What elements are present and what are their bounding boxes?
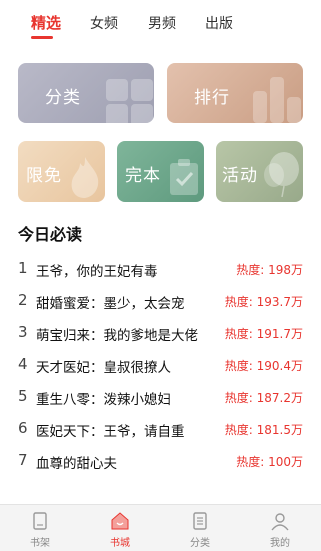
heat-value: 热度: 100万: [236, 455, 303, 469]
free-limited-card-button[interactable]: 限免: [18, 141, 105, 202]
nav-category-label: 分类: [190, 538, 210, 549]
rank-number: 3: [18, 323, 28, 341]
list-item[interactable]: 2 甜婚蜜爱：墨少，太会宠 热度: 193.7万: [0, 285, 321, 317]
nav-bookshelf[interactable]: 书架: [0, 505, 80, 551]
grid-icon: [131, 79, 153, 101]
rank-number: 5: [18, 387, 28, 405]
rank-number: 7: [18, 451, 28, 469]
category-icon: [193, 512, 207, 530]
list-item[interactable]: 6 医妃天下：王爷，请自重 热度: 181.5万: [0, 413, 321, 445]
completed-card-label: 完本: [125, 166, 161, 186]
top-tab-bar: 精选 女频 男频 出版: [0, 0, 321, 44]
nav-profile-label: 我的: [270, 538, 290, 549]
category-card-button[interactable]: 分类: [18, 63, 154, 123]
bookstore-icon: [111, 512, 129, 530]
nav-category[interactable]: 分类: [160, 505, 240, 551]
heat-value: 热度: 198万: [236, 263, 303, 277]
list-item[interactable]: 1 王爷，你的王妃有毒 热度: 198万: [0, 253, 321, 285]
list-item[interactable]: 7 血尊的甜心夫 热度: 100万: [0, 445, 321, 477]
grid-icon: [106, 104, 128, 123]
ranking-bar-icon: [270, 77, 284, 123]
book-title: 血尊的甜心夫: [36, 456, 117, 472]
book-title: 医妃天下：王爷，请自重: [36, 424, 185, 440]
book-title: 萌宝归来：我的爹地是大佬: [36, 328, 198, 344]
bookshelf-icon: [33, 512, 47, 530]
free-limited-card-label: 限免: [26, 166, 62, 186]
tab-nvpin[interactable]: 女频: [90, 13, 118, 33]
balloon-icon: [264, 152, 299, 197]
profile-icon: [271, 513, 289, 531]
grid-icon: [106, 79, 128, 101]
section-title: 今日必读: [18, 225, 83, 244]
heat-value: 热度: 187.2万: [224, 391, 303, 405]
ranking-card-label: 排行: [194, 88, 230, 108]
grid-icon: [131, 104, 153, 123]
ranking-bar-icon: [287, 97, 301, 123]
tab-chuban[interactable]: 出版: [205, 13, 233, 33]
book-title: 天才医妃：皇叔很撩人: [36, 360, 171, 376]
rank-number: 1: [18, 259, 28, 277]
category-card-label: 分类: [45, 88, 81, 108]
rank-number: 4: [18, 355, 28, 373]
nav-bookstore-label: 书城: [110, 538, 130, 549]
events-card-label: 活动: [222, 166, 258, 186]
heat-value: 热度: 181.5万: [224, 423, 303, 437]
events-card-button[interactable]: 活动: [216, 141, 303, 202]
ranking-card-button[interactable]: 排行: [167, 63, 303, 123]
flame-icon: [71, 157, 99, 198]
heat-value: 热度: 191.7万: [224, 327, 303, 341]
active-tab-indicator: [31, 36, 53, 39]
tab-jingxuan[interactable]: 精选: [31, 12, 61, 33]
book-title: 甜婚蜜爱：墨少，太会宠: [36, 296, 185, 312]
book-title: 王爷，你的王妃有毒: [36, 264, 158, 280]
nav-bookshelf-label: 书架: [30, 538, 50, 549]
list-item[interactable]: 4 天才医妃：皇叔很撩人 热度: 190.4万: [0, 349, 321, 381]
clipboard-check-icon: [170, 159, 198, 195]
tab-nanpin[interactable]: 男频: [148, 13, 176, 33]
list-item[interactable]: 3 萌宝归来：我的爹地是大佬 热度: 191.7万: [0, 317, 321, 349]
rank-number: 2: [18, 291, 28, 309]
ranking-bar-icon: [253, 91, 267, 123]
bottom-nav-bar: 书架 书城 分类 我的: [0, 504, 321, 551]
list-item[interactable]: 5 重生八零：泼辣小媳妇 热度: 187.2万: [0, 381, 321, 413]
heat-value: 热度: 190.4万: [224, 359, 303, 373]
heat-value: 热度: 193.7万: [224, 295, 303, 309]
nav-bookstore[interactable]: 书城: [80, 505, 160, 551]
rank-number: 6: [18, 419, 28, 437]
nav-profile[interactable]: 我的: [240, 505, 320, 551]
book-title: 重生八零：泼辣小媳妇: [36, 392, 171, 408]
book-list: 1 王爷，你的王妃有毒 热度: 198万 2 甜婚蜜爱：墨少，太会宠 热度: 1…: [0, 253, 321, 477]
completed-card-button[interactable]: 完本: [117, 141, 204, 202]
